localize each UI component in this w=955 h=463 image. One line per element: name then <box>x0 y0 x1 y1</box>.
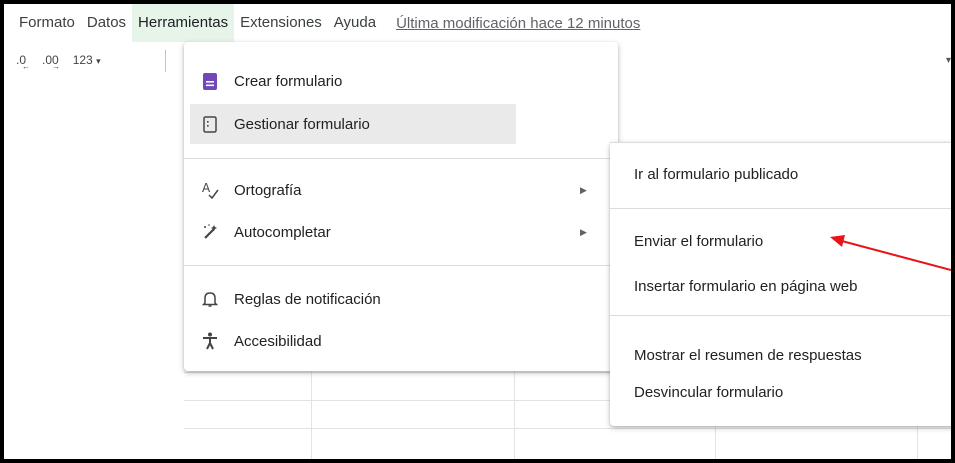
annotation-arrow-icon <box>830 235 951 271</box>
app-frame: Formato Datos Herramientas Extensiones A… <box>4 4 951 459</box>
